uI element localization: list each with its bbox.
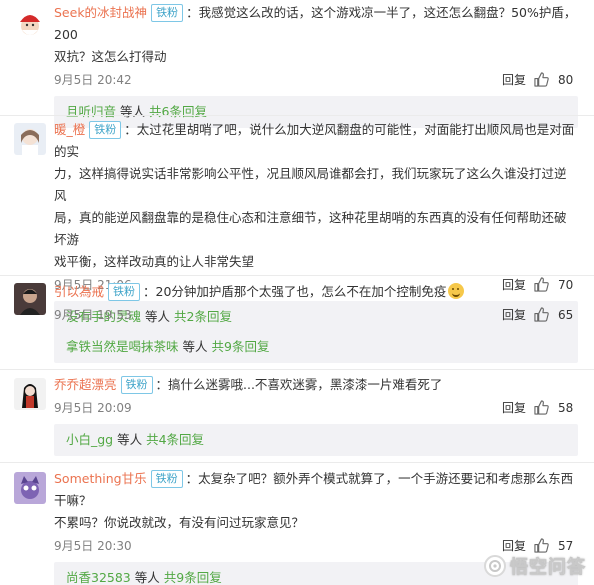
reply-button[interactable]: 回复 bbox=[502, 397, 526, 419]
avatar[interactable] bbox=[14, 378, 46, 410]
like-count: 65 bbox=[558, 308, 574, 322]
watermark-text: 悟空问答 bbox=[510, 557, 586, 579]
comment-username[interactable]: 暖_橙 bbox=[54, 122, 85, 137]
comment-username[interactable]: Seek的冰封战神 bbox=[54, 5, 147, 20]
divider bbox=[0, 275, 594, 276]
avatar[interactable] bbox=[14, 123, 46, 155]
reply-count-link[interactable]: 共9条回复 bbox=[164, 570, 222, 585]
divider bbox=[0, 369, 594, 370]
like-count: 80 bbox=[558, 73, 574, 87]
fan-badge: 铁粉 bbox=[120, 376, 153, 394]
comment-text-line: 不累吗？你说改就改，有没有问过玩家意见？ bbox=[54, 515, 305, 530]
comment-username[interactable]: Something甘乐 bbox=[54, 471, 147, 486]
comment-meta: 9月5日 20:09 回复 58 bbox=[54, 397, 578, 419]
reply-count-link[interactable]: 共9条回复 bbox=[211, 339, 269, 354]
fan-badge: 铁粉 bbox=[151, 4, 184, 22]
like-count: 58 bbox=[558, 401, 574, 415]
comment-meta: 9月5日 19:53 回复 65 bbox=[54, 304, 578, 326]
smile-emoji-icon bbox=[448, 283, 465, 299]
reply-username[interactable]: 且听归音 bbox=[66, 104, 116, 119]
thumbs-up-icon bbox=[534, 72, 549, 87]
avatar[interactable] bbox=[14, 283, 46, 315]
reply-count-link[interactable]: 共6条回复 bbox=[149, 104, 207, 119]
reply-summary[interactable]: 拿铁当然是喝抹茶味 等人 共9条回复 bbox=[54, 331, 578, 363]
reply-count-link[interactable]: 共4条回复 bbox=[146, 432, 204, 447]
comment-text-line: 力，这样搞得说实话非常影响公平性，况且顺风局谁都会打，我们玩家玩了这么久谁没打过… bbox=[54, 166, 567, 203]
comment-text: 乔乔超漂亮 铁粉 ：搞什么迷雾哦...不喜欢迷雾，黑漆漆一片难看死了 bbox=[54, 376, 443, 394]
comment-username[interactable]: 引以為戒 bbox=[54, 284, 104, 299]
comment-time: 9月5日 20:30 bbox=[54, 539, 132, 553]
avatar[interactable] bbox=[14, 8, 46, 40]
reply-username[interactable]: 尚香32583 bbox=[66, 570, 131, 585]
comment-time: 9月5日 20:09 bbox=[54, 401, 132, 415]
comment-text: Seek的冰封战神 铁粉 ：我感觉这么改的话，这个游戏凉一半了，这还怎么翻盘？50%… bbox=[54, 4, 577, 42]
thumbs-up-icon bbox=[534, 538, 549, 553]
reply-button[interactable]: 回复 bbox=[502, 69, 526, 91]
thumbs-up-icon bbox=[534, 307, 549, 322]
divider bbox=[0, 462, 594, 463]
comment-feed: Seek的冰封战神 铁粉 ：我感觉这么改的话，这个游戏凉一半了，这还怎么翻盘？50%… bbox=[0, 0, 594, 585]
comment-text: Something甘乐 铁粉 ：太复杂了吧？额外弄个模式就算了，一个手游还要记和考虑… bbox=[54, 470, 574, 508]
reply-button[interactable]: 回复 bbox=[502, 304, 526, 326]
reply-username[interactable]: 拿铁当然是喝抹茶味 bbox=[66, 339, 179, 354]
comment-text-line: 双抗？这怎么打得动 bbox=[54, 49, 167, 64]
comment-time: 9月5日 20:42 bbox=[54, 73, 132, 87]
comment-text-line: 戏平衡，这样改动真的让人非常失望 bbox=[54, 254, 255, 269]
reply-username[interactable]: 小白_gg bbox=[66, 432, 113, 447]
wukong-logo-icon bbox=[484, 555, 506, 577]
comment-username[interactable]: 乔乔超漂亮 bbox=[54, 377, 117, 392]
comment-time: 9月5日 19:53 bbox=[54, 308, 132, 322]
comment-meta: 9月5日 20:42 回复 80 bbox=[54, 69, 578, 91]
avatar[interactable] bbox=[14, 472, 46, 504]
watermark: 悟空问答 bbox=[484, 553, 586, 579]
comment-text-line: 局，真的能逆风翻盘靠的是稳住心态和注意细节，这种花里胡哨的东西真的没有任何帮助还… bbox=[54, 210, 567, 247]
divider bbox=[0, 115, 594, 116]
comment-text: 引以為戒 铁粉 ：20分钟加护盾那个太强了也，怎么不在加个控制免疫 bbox=[54, 281, 578, 303]
comment-text: 暖_橙 铁粉 ：太过花里胡哨了吧，说什么加大逆风翻盘的可能性，对面能打出顺风局也是对… bbox=[54, 121, 575, 159]
fan-badge: 铁粉 bbox=[89, 121, 122, 139]
reply-summary[interactable]: 小白_gg 等人 共4条回复 bbox=[54, 424, 578, 456]
thumbs-up-icon bbox=[534, 400, 549, 415]
fan-badge: 铁粉 bbox=[108, 283, 141, 301]
fan-badge: 铁粉 bbox=[150, 470, 183, 488]
